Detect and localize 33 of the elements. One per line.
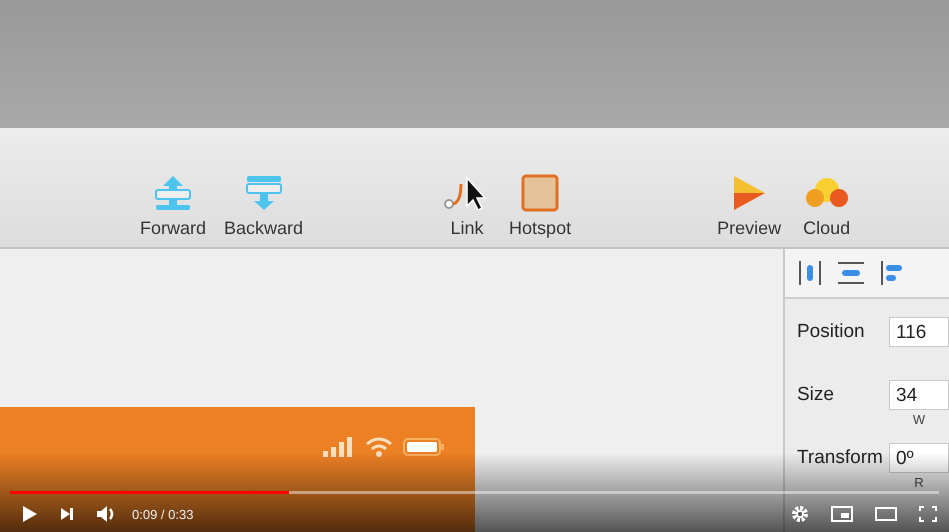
toolbar-label[interactable]: Preview xyxy=(717,218,782,239)
hotspot-square-icon xyxy=(521,174,560,212)
property-label: Transform xyxy=(797,446,884,470)
play-button[interactable] xyxy=(22,505,38,523)
miniplayer-button[interactable] xyxy=(831,506,853,522)
settings-button[interactable] xyxy=(791,505,809,523)
bring-forward-icon xyxy=(153,174,193,212)
field-caption: W xyxy=(912,412,926,427)
signal-icon xyxy=(323,437,355,457)
toolbar-label[interactable]: Forward xyxy=(140,218,206,239)
theater-mode-button[interactable] xyxy=(875,507,897,521)
value-field[interactable]: 34 xyxy=(889,380,949,410)
send-backward-icon xyxy=(244,174,284,212)
time-display: 0:09 / 0:33 xyxy=(132,506,194,522)
battery-icon xyxy=(403,437,445,457)
align-left-icon[interactable] xyxy=(879,260,905,286)
toolbar-label[interactable]: Hotspot xyxy=(509,218,572,239)
next-button[interactable] xyxy=(60,507,74,521)
toolbar-label[interactable]: Cloud xyxy=(803,218,850,239)
play-triangle-icon xyxy=(731,174,768,212)
property-label: Position xyxy=(797,320,866,344)
property-label: Size xyxy=(797,383,835,407)
toolbar-label[interactable]: Backward xyxy=(224,218,304,239)
volume-button[interactable] xyxy=(96,505,116,523)
wifi-icon xyxy=(365,437,393,457)
field-caption: R xyxy=(914,475,924,490)
align-vertical-center-icon[interactable] xyxy=(837,260,865,286)
fullscreen-button[interactable] xyxy=(919,506,937,522)
value-field[interactable]: 116 xyxy=(889,317,949,347)
progress-track[interactable] xyxy=(10,491,939,494)
toolbar-label[interactable]: Link xyxy=(450,218,484,239)
value-field[interactable]: 0º xyxy=(889,443,949,473)
align-horizontal-center-icon[interactable] xyxy=(797,260,823,286)
